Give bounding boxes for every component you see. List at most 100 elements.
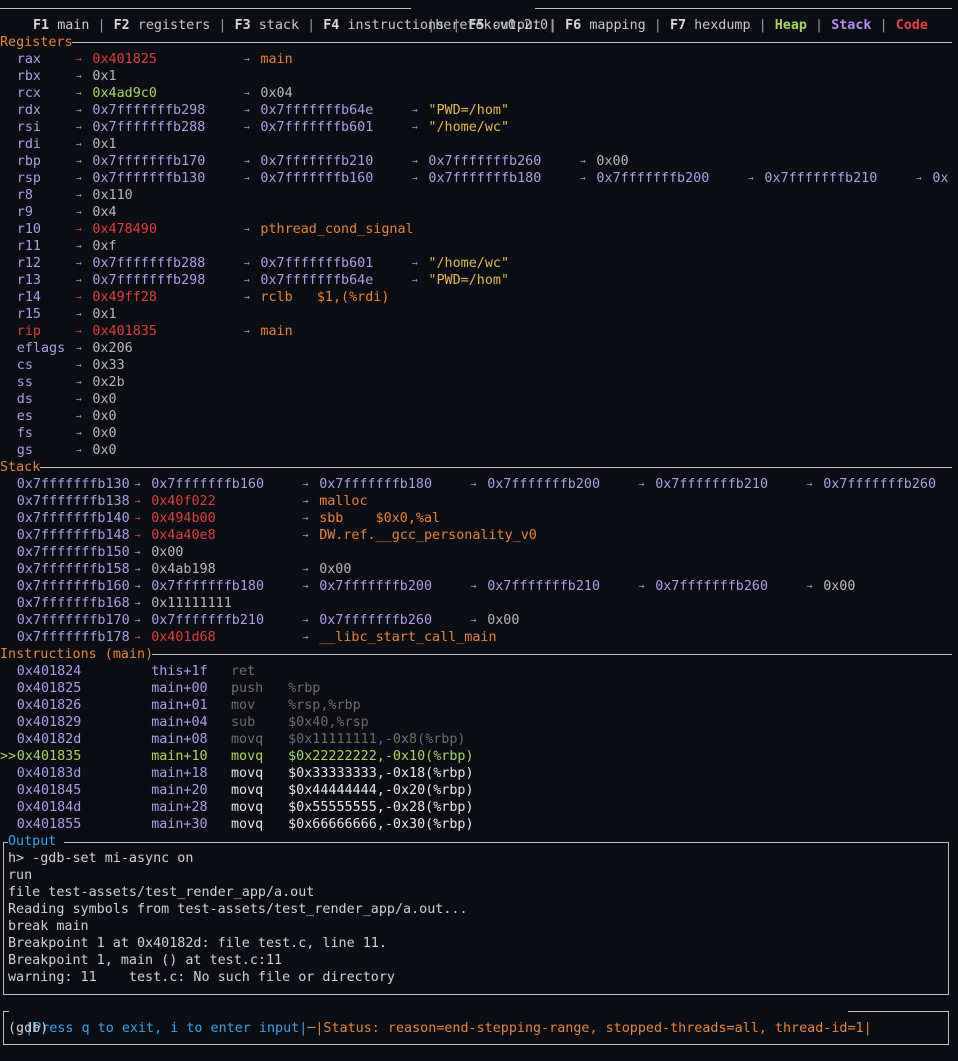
instruction-row[interactable]: 0x401824 this+1f ret: [0, 663, 958, 680]
tab-output[interactable]: F5 output: [468, 18, 541, 33]
instruction-row[interactable]: 0x401845 main+20 movq $0x44444444,-0x20(%rb…: [0, 782, 958, 799]
register-value: 0x49ff28: [92, 290, 157, 305]
output-border-top: [64, 842, 948, 843]
arrow-icon: →: [75, 54, 82, 65]
arrow-icon: →: [638, 479, 645, 490]
instruction-row[interactable]: 0x401855 main+30 movq $0x66666666,-0x30(%rb…: [0, 816, 958, 833]
stack-row: 0x7fffffffb138 → 0x40f022 → malloc: [0, 493, 958, 510]
register-value: 0x4ad9c0: [92, 86, 157, 101]
instruction-row[interactable]: 0x401826 main+01 mov %rsp,%rbp: [0, 697, 958, 714]
arrow-icon: →: [638, 581, 645, 592]
arrow-icon: →: [243, 258, 250, 269]
stack-value: 0x7fffffffb260: [319, 613, 433, 628]
instructions-rule: [152, 654, 952, 655]
register-value: 0x1: [92, 69, 117, 84]
arrow-icon: →: [411, 275, 418, 286]
tab-separator: |: [89, 18, 114, 33]
arrow-icon: →: [75, 190, 82, 201]
instruction-mnemonic: movq: [231, 766, 264, 781]
register-row: ss → 0x2b: [0, 374, 958, 391]
arrow-icon: →: [75, 173, 82, 184]
register-value: "PWD=/hom": [428, 273, 510, 288]
instruction-row[interactable]: 0x40184d main+28 movq $0x55555555,-0x28(%rb…: [0, 799, 958, 816]
instruction-mnemonic: movq: [231, 732, 264, 747]
legend-code: Code: [895, 18, 928, 33]
arrow-icon: →: [411, 105, 418, 116]
instruction-row[interactable]: 0x401825 main+00 push %rbp: [0, 680, 958, 697]
stack-value: 0x7fffffffb260: [655, 579, 769, 594]
stack-value: 0x401d68: [151, 630, 216, 645]
tab-stack[interactable]: F3 stack: [235, 18, 300, 33]
tab-bar: F1 main | F2 registers | F3 stack | F4 i…: [33, 17, 928, 34]
instruction-row[interactable]: 0x40182d main+08 movq $0x11111111,-0x8(%rbp…: [0, 731, 958, 748]
register-name: ds: [16, 392, 33, 407]
register-value: 0x7fffffffb210: [260, 154, 374, 169]
instruction-operands: $0x40,%rsp: [288, 715, 369, 730]
tab-label: registers: [137, 18, 211, 33]
tab-main[interactable]: F1 main: [33, 18, 89, 33]
tab-instructions[interactable]: F4 instructions: [323, 18, 444, 33]
arrow-icon: →: [75, 156, 82, 167]
arrow-icon: →: [134, 632, 141, 643]
arrow-icon: →: [75, 241, 82, 252]
arrow-icon: →: [75, 71, 82, 82]
register-value: 0x1: [92, 137, 117, 152]
tab-separator: |: [210, 18, 235, 33]
register-name: es: [16, 409, 33, 424]
arrow-icon: →: [302, 479, 309, 490]
register-name: rip: [16, 324, 41, 339]
stack-value: DW.ref.__gcc_personality_v0: [319, 528, 537, 543]
tab-registers[interactable]: F2 registers: [114, 18, 211, 33]
register-name: r10: [16, 222, 41, 237]
register-value: 0x7fffffffb64e: [260, 103, 374, 118]
register-name: ss: [16, 375, 33, 390]
register-row: r13 → 0x7fffffffb298 → 0x7fffffffb64e → "PWD=/…: [0, 272, 958, 289]
instruction-offset: this+1f: [151, 664, 208, 679]
tab-hexdump[interactable]: F7 hexdump: [670, 18, 751, 33]
instruction-address: 0x401845: [16, 783, 82, 798]
register-value: 0x7fffffffb180: [428, 171, 542, 186]
register-name: rsi: [16, 120, 41, 135]
instruction-row[interactable]: 0x40183d main+18 movq $0x33333333,-0x18(%rb…: [0, 765, 958, 782]
stack-rule: [40, 467, 952, 468]
tab-separator: |: [444, 18, 469, 33]
arrow-icon: →: [411, 258, 418, 269]
register-value: 0x7fffffffb298: [92, 103, 206, 118]
register-row: rax → 0x401825 → main: [0, 51, 958, 68]
arrow-icon: →: [302, 564, 309, 575]
register-value: main: [260, 52, 293, 67]
tab-mapping[interactable]: F6 mapping: [565, 18, 646, 33]
arrow-icon: →: [75, 377, 82, 388]
instruction-offset: main+08: [151, 732, 208, 747]
status-text: Status: reason=end-stepping-range, stopp…: [323, 1021, 864, 1036]
stack-row: 0x7fffffffb170 → 0x7fffffffb210 → 0x7fffffff…: [0, 612, 958, 629]
instruction-row[interactable]: >> 0x401835 main+10 movq $0x22222222,-0x10(%…: [0, 748, 958, 765]
stack-value: malloc: [319, 494, 368, 509]
stack-address: 0x7fffffffb130: [16, 477, 130, 492]
arrow-icon: →: [806, 581, 813, 592]
arrow-icon: →: [579, 156, 586, 167]
instruction-offset: main+18: [151, 766, 208, 781]
instruction-address: 0x401826: [16, 698, 82, 713]
stack-value: __libc_start_call_main: [319, 630, 497, 645]
tab-key: F6: [565, 18, 582, 33]
stack-address: 0x7fffffffb148: [16, 528, 130, 543]
gdb-prompt-input[interactable]: (gdb): [8, 1020, 48, 1037]
tab-separator: |: [540, 18, 566, 33]
arrow-icon: →: [134, 530, 141, 541]
tab-separator: |: [871, 18, 896, 33]
instruction-address: 0x401835: [16, 749, 82, 764]
arrow-icon: →: [243, 54, 250, 65]
arrow-icon: →: [579, 173, 586, 184]
register-row: cs → 0x33: [0, 357, 958, 374]
instruction-row[interactable]: 0x401829 main+04 sub $0x40,%rsp: [0, 714, 958, 731]
instruction-mnemonic: push: [231, 681, 264, 696]
register-row: rcx → 0x4ad9c0 → 0x04: [0, 85, 958, 102]
register-row: rsp → 0x7fffffffb130 → 0x7fffffffb160 → 0x7fff…: [0, 170, 958, 187]
legend-stack: Stack: [831, 18, 872, 33]
arrow-icon: →: [75, 258, 82, 269]
title-rule-left: [0, 8, 411, 9]
stack-row: 0x7fffffffb160 → 0x7fffffffb180 → 0x7fffffff…: [0, 578, 958, 595]
register-value: 0x110: [92, 188, 133, 203]
arrow-icon: →: [75, 309, 82, 320]
